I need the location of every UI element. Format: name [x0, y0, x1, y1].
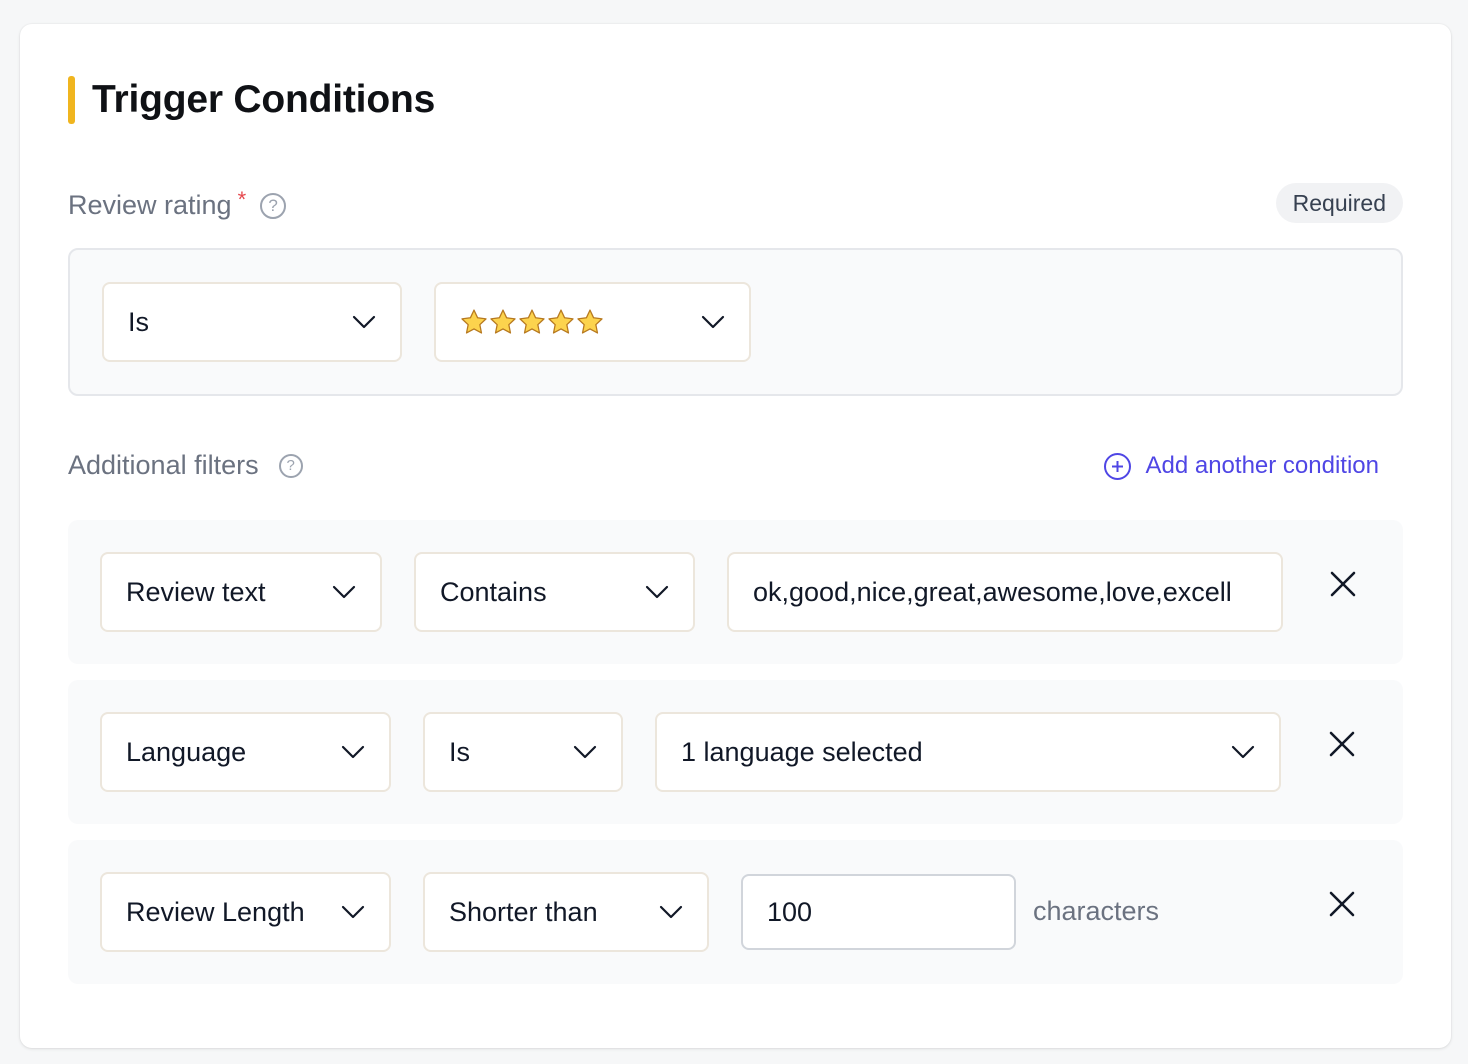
chevron-down-icon [573, 745, 597, 759]
filter-row: Review Length Shorter than 100 character… [68, 840, 1403, 984]
length-unit-label: characters [1033, 896, 1160, 926]
help-icon-glyph: ? [268, 195, 278, 215]
close-icon[interactable] [1328, 890, 1356, 918]
length-input-value: 100 [767, 896, 813, 927]
length-input[interactable]: 100 [741, 874, 1016, 950]
chevron-down-icon [341, 745, 365, 759]
additional-filters-label: Additional filters [68, 450, 259, 480]
star-icon [490, 309, 516, 334]
filter-operator-select[interactable]: Shorter than [423, 872, 709, 952]
filter-operator-select[interactable]: Contains [414, 552, 695, 632]
close-icon[interactable] [1329, 570, 1357, 598]
additional-filters-label-row: Additional filters ? [68, 450, 303, 481]
star-icon [548, 309, 574, 334]
language-select[interactable]: 1 language selected [655, 712, 1281, 792]
star-icon [519, 309, 545, 334]
add-condition-button[interactable]: Add another condition [1104, 452, 1379, 480]
filter-field-value: Review text [126, 576, 266, 607]
help-icon[interactable]: ? [278, 453, 303, 478]
keywords-input-value: ok,good,nice,great,awesome,love,excell [753, 576, 1232, 607]
section-header: Trigger Conditions [68, 76, 435, 124]
language-select-value: 1 language selected [681, 736, 923, 767]
filter-field-select[interactable]: Review text [100, 552, 382, 632]
filter-field-value: Language [126, 736, 247, 767]
rating-operator-select[interactable]: Is [102, 282, 402, 362]
chevron-down-icon [645, 585, 669, 599]
chevron-down-icon [701, 315, 725, 329]
required-badge: Required [1275, 183, 1403, 223]
trigger-conditions-card: Trigger Conditions Review rating * ? Req… [20, 24, 1451, 1048]
plus-circle-icon [1104, 452, 1132, 480]
add-condition-label: Add another condition [1145, 452, 1379, 479]
help-icon[interactable]: ? [260, 192, 287, 219]
star-rating [460, 308, 604, 336]
filter-row: Language Is 1 language selected [68, 680, 1403, 824]
chevron-down-icon [341, 905, 365, 919]
filter-operator-select[interactable]: Is [423, 712, 623, 792]
rating-operator-value: Is [128, 306, 150, 337]
chevron-down-icon [352, 315, 376, 329]
accent-bar [68, 76, 75, 124]
filter-operator-value: Contains [440, 576, 547, 607]
star-icon [461, 309, 487, 334]
page-title: Trigger Conditions [92, 78, 436, 121]
filter-field-select[interactable]: Review Length [100, 872, 391, 952]
filter-field-select[interactable]: Language [100, 712, 391, 792]
filter-operator-value: Shorter than [449, 896, 598, 927]
filter-field-value: Review Length [126, 896, 305, 927]
rating-value-select[interactable] [434, 282, 751, 362]
chevron-down-icon [1231, 745, 1255, 759]
help-icon-glyph: ? [286, 457, 295, 474]
review-rating-label: Review rating [68, 190, 232, 220]
close-icon[interactable] [1328, 730, 1356, 758]
chevron-down-icon [332, 585, 356, 599]
star-icon [577, 309, 603, 334]
filter-operator-value: Is [449, 736, 471, 767]
review-rating-box: Is [68, 248, 1403, 396]
keywords-input[interactable]: ok,good,nice,great,awesome,love,excell [727, 552, 1283, 632]
filter-row: Review text Contains ok,good,nice,great,… [68, 520, 1403, 664]
review-rating-label-row: Review rating * ? [68, 186, 287, 221]
required-asterisk: * [237, 186, 247, 212]
chevron-down-icon [659, 905, 683, 919]
